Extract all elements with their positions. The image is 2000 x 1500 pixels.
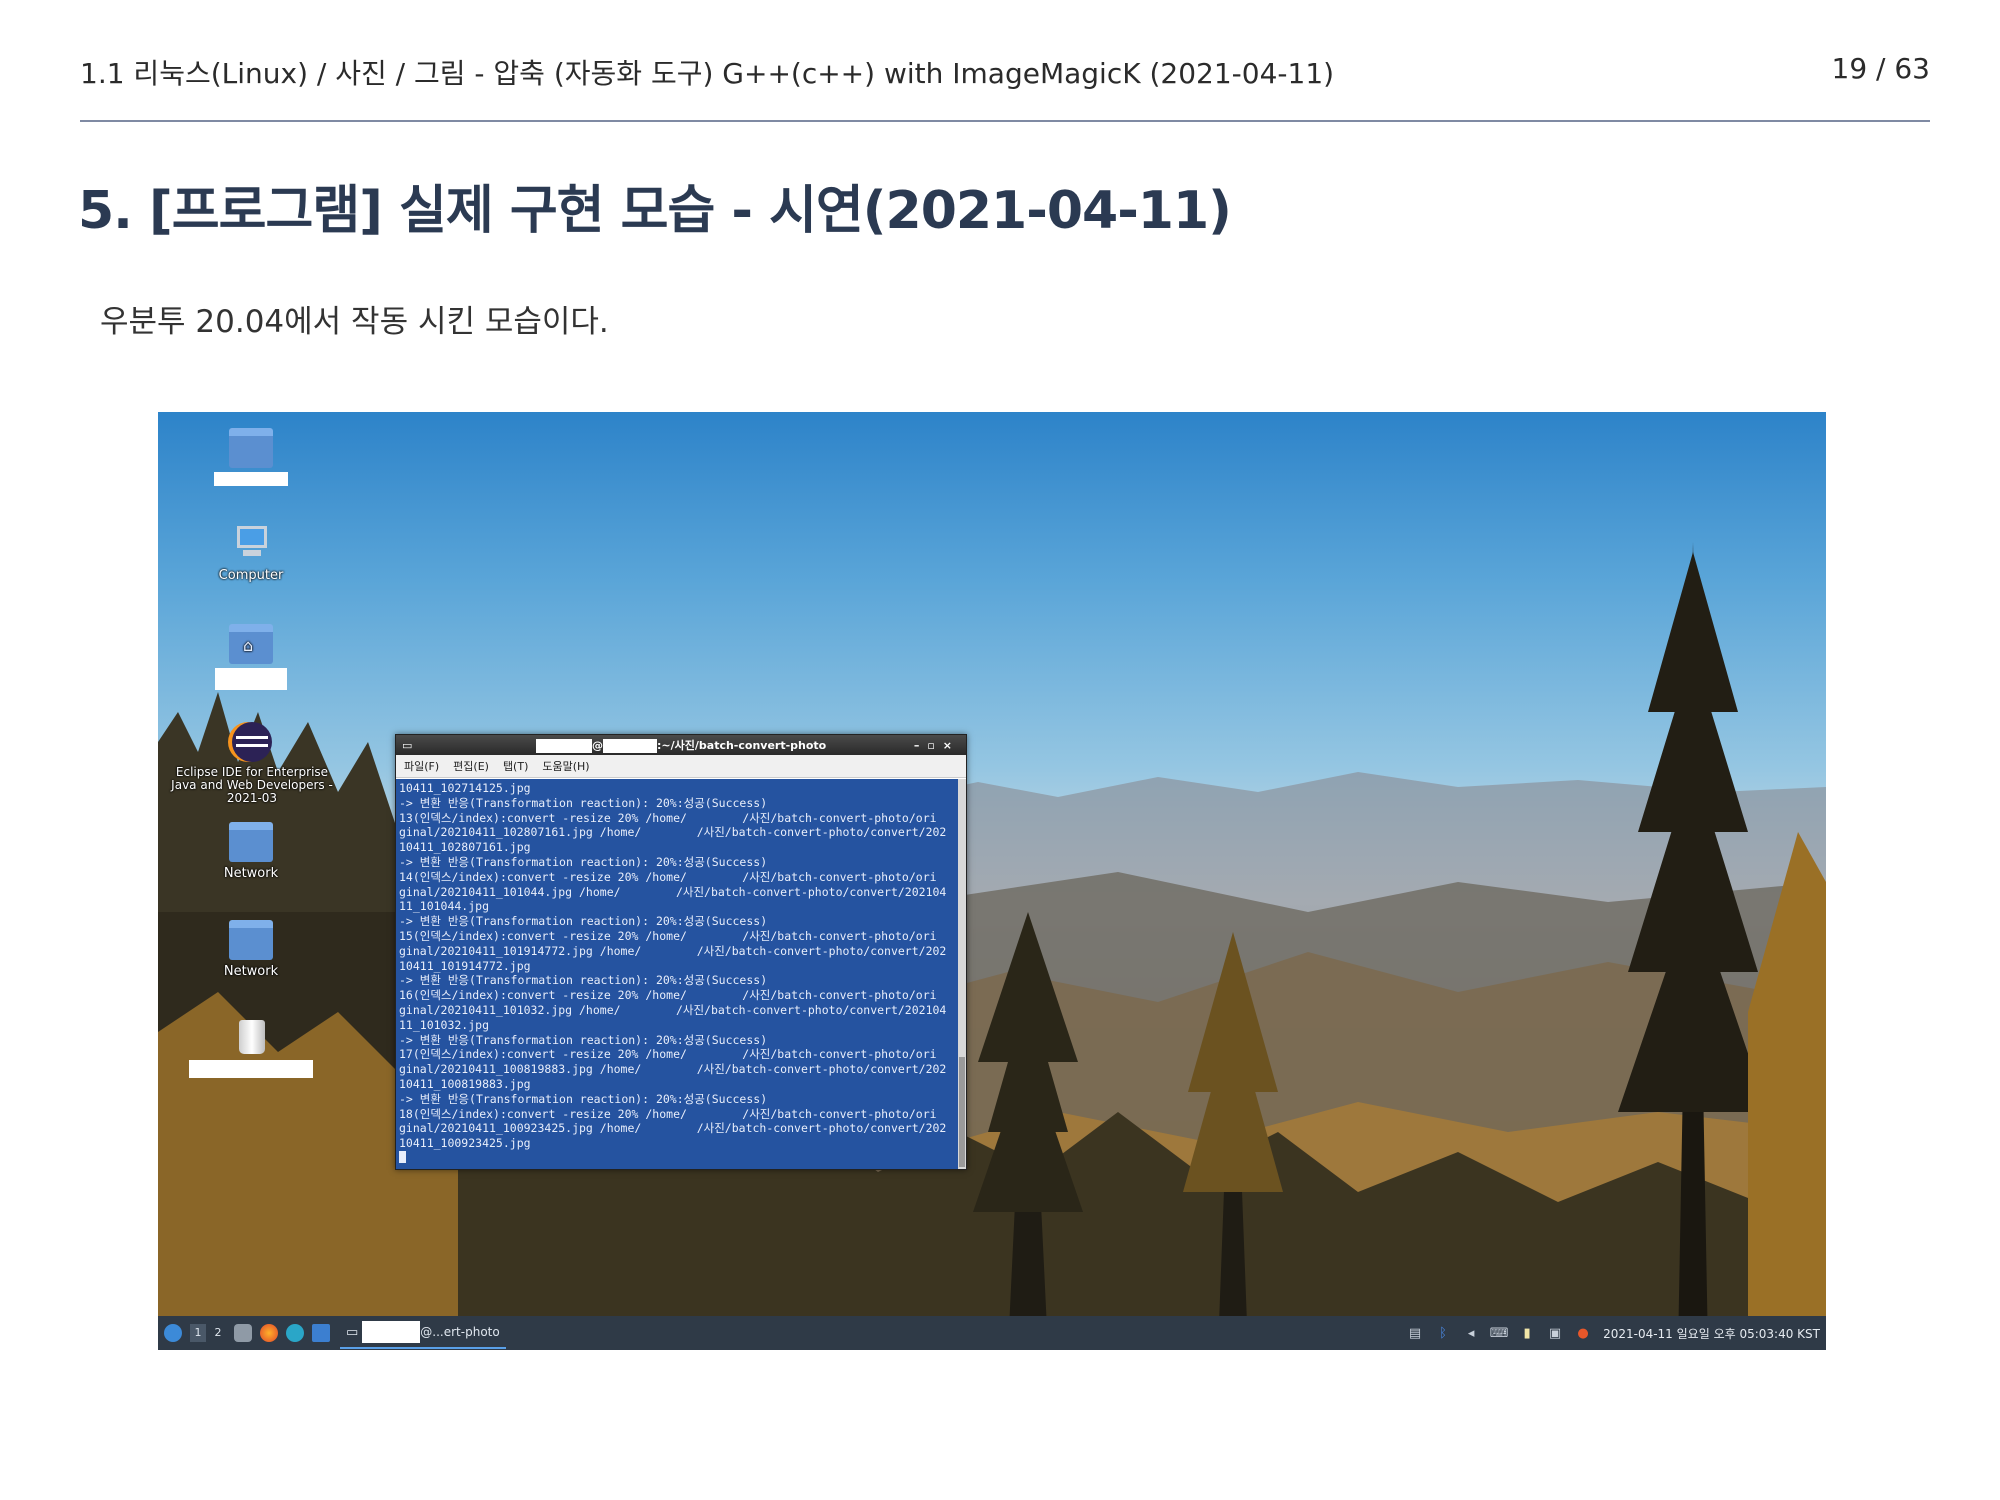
redacted-username — [536, 739, 592, 753]
network-desktop-icon[interactable]: Network — [186, 822, 316, 881]
computer-label: Computer — [218, 568, 284, 583]
clipboard-icon[interactable]: ▮ — [1519, 1325, 1535, 1341]
redacted-label — [189, 1060, 313, 1078]
bluetooth-icon[interactable]: ᛒ — [1435, 1325, 1451, 1341]
system-tray: ▤ ᛒ ◂ ⌨ ▮ ▣ ● 2021-04-11 일요일 오후 05:03:40… — [1407, 1316, 1820, 1350]
firefox-icon — [260, 1324, 278, 1342]
folder-icon — [229, 428, 273, 468]
menu-help[interactable]: 도움말(H) — [542, 758, 589, 774]
document-breadcrumb: 1.1 리눅스(Linux) / 사진 / 그림 - 압축 (자동화 도구) G… — [80, 57, 1335, 90]
workspace-1[interactable]: 1 — [190, 1324, 206, 1342]
terminal-line: 10411_100819883.jpg — [399, 1076, 531, 1091]
terminal-line: 15(인덱스/index):convert -resize 20% /home/… — [399, 928, 937, 943]
show-desktop-icon — [312, 1324, 330, 1342]
file-manager-launcher[interactable] — [234, 1324, 252, 1342]
menu-file[interactable]: 파일(F) — [404, 758, 439, 774]
file-manager-icon — [234, 1324, 252, 1342]
workspace-2[interactable]: 2 — [210, 1324, 226, 1342]
update-icon[interactable]: ▤ — [1407, 1325, 1423, 1341]
network-label: Network — [223, 866, 279, 881]
scrollbar-thumb[interactable] — [959, 1057, 965, 1167]
desktop-screenshot: Computer ⌂ Eclipse IDE for Enterprise Ja… — [158, 412, 1826, 1350]
terminal-line: -> 변환 반응(Transformation reaction): 20%:성… — [399, 973, 768, 988]
firefox-launcher[interactable] — [260, 1324, 278, 1342]
terminal-task-icon: ▭ — [346, 1324, 359, 1340]
terminal-line: 14(인덱스/index):convert -resize 20% /home/… — [399, 869, 937, 884]
terminal-line: ginal/20210411_100923425.jpg /home/ /사진/… — [399, 1121, 947, 1136]
network-desktop-icon-2[interactable]: Network — [186, 920, 316, 979]
terminal-window[interactable]: ▭ @ :~/사진/batch-convert-photo –▫× 파일(F) 편… — [395, 734, 967, 1170]
keyboard-icon[interactable]: ⌨ — [1490, 1325, 1509, 1341]
network-folder-icon-2 — [229, 920, 273, 960]
header-divider — [80, 120, 1930, 122]
lubuntu-logo-icon — [164, 1324, 182, 1342]
body-text: 우분투 20.04에서 작동 시킨 모습이다. — [100, 304, 609, 340]
terminal-line: -> 변환 반응(Transformation reaction): 20%:성… — [399, 1091, 768, 1106]
menu-tabs[interactable]: 탭(T) — [503, 758, 528, 774]
terminal-line: 11_101044.jpg — [399, 899, 490, 914]
terminal-output[interactable]: 10411_102714125.jpg -> 변환 반응(Transformati… — [396, 779, 958, 1169]
page-number: 19 / 63 — [1831, 52, 1931, 85]
terminal-line: -> 변환 반응(Transformation reaction): 20%:성… — [399, 854, 768, 869]
terminal-line: ginal/20210411_100819883.jpg /home/ /사진/… — [399, 1062, 947, 1077]
browser-launcher[interactable] — [286, 1324, 304, 1342]
terminal-line: -> 변환 반응(Transformation reaction): 20%:성… — [399, 795, 768, 810]
redacted-username — [362, 1321, 421, 1343]
desktop-launcher[interactable] — [312, 1324, 330, 1342]
terminal-menubar: 파일(F) 편집(E) 탭(T) 도움말(H) — [396, 755, 966, 778]
terminal-line: 10411_102714125.jpg — [399, 781, 531, 795]
home-icon: ⌂ — [229, 624, 273, 664]
window-controls: –▫× — [914, 739, 960, 752]
terminal-title-at: @ — [592, 739, 603, 752]
terminal-line: 10411_101914772.jpg — [399, 958, 531, 973]
computer-desktop-icon[interactable]: Computer — [186, 524, 316, 583]
terminal-line: -> 변환 반응(Transformation reaction): 20%:성… — [399, 1032, 768, 1047]
terminal-title: @ :~/사진/batch-convert-photo — [536, 737, 826, 753]
home-folder-icon[interactable] — [186, 428, 316, 490]
minimize-icon[interactable]: – — [914, 739, 928, 752]
redacted-label — [214, 472, 288, 486]
redacted-label — [215, 668, 287, 690]
task-label: @...ert-photo — [420, 1325, 500, 1339]
terminal-line: 11_101032.jpg — [399, 1017, 490, 1032]
terminal-line: ginal/20210411_102807161.jpg /home/ /사진/… — [399, 825, 947, 840]
terminal-line: 17(인덱스/index):convert -resize 20% /home/… — [399, 1047, 937, 1062]
network-tray-icon[interactable]: ▣ — [1547, 1325, 1563, 1341]
start-menu-button[interactable] — [164, 1324, 182, 1342]
maximize-icon[interactable]: ▫ — [927, 739, 942, 752]
terminal-line: 18(인덱스/index):convert -resize 20% /home/… — [399, 1106, 937, 1121]
taskbar: 1 2 ▭ @...ert-photo ▤ ᛒ ◂ ⌨ ▮ ▣ ● 2021-0… — [158, 1316, 1826, 1350]
terminal-scrollbar[interactable] — [958, 779, 966, 1169]
terminal-line: ginal/20210411_101914772.jpg /home/ /사진/… — [399, 943, 947, 958]
terminal-line: 13(인덱스/index):convert -resize 20% /home/… — [399, 810, 937, 825]
eclipse-icon — [230, 722, 274, 762]
eclipse-label: Eclipse IDE for Enterprise Java and Web … — [171, 765, 333, 805]
browser-icon — [286, 1324, 304, 1342]
network-label-2: Network — [223, 964, 279, 979]
terminal-line: -> 변환 반응(Transformation reaction): 20%:성… — [399, 914, 768, 929]
terminal-line: ginal/20210411_101044.jpg /home/ /사진/bat… — [399, 884, 947, 899]
menu-edit[interactable]: 편집(E) — [453, 758, 489, 774]
network-folder-icon — [229, 822, 273, 862]
trash-icon — [229, 1016, 273, 1056]
terminal-titlebar[interactable]: ▭ @ :~/사진/batch-convert-photo –▫× — [396, 735, 966, 755]
user-home-desktop-icon[interactable]: ⌂ — [186, 624, 316, 694]
terminal-cursor — [399, 1150, 406, 1163]
terminal-line: 16(인덱스/index):convert -resize 20% /home/… — [399, 988, 937, 1003]
terminal-line: ginal/20210411_101032.jpg /home/ /사진/bat… — [399, 1002, 947, 1017]
taskbar-terminal-task[interactable]: ▭ @...ert-photo — [340, 1317, 506, 1349]
clock[interactable]: 2021-04-11 일요일 오후 05:03:40 KST — [1603, 1325, 1820, 1342]
trash-desktop-icon[interactable] — [186, 1016, 316, 1082]
eclipse-desktop-icon[interactable]: Eclipse IDE for Enterprise Java and Web … — [166, 722, 338, 805]
terminal-icon: ▭ — [402, 738, 413, 752]
redacted-hostname — [603, 739, 657, 753]
page-title: 5. [프로그램] 실제 구현 모습 - 시연(2021-04-11) — [78, 181, 1232, 241]
close-icon[interactable]: × — [943, 739, 960, 752]
terminal-line: 10411_100923425.jpg — [399, 1136, 531, 1151]
terminal-line: 10411_102807161.jpg — [399, 840, 531, 855]
volume-icon[interactable]: ◂ — [1463, 1325, 1479, 1341]
computer-icon — [229, 524, 273, 564]
terminal-title-path: :~/사진/batch-convert-photo — [657, 739, 827, 752]
notification-icon[interactable]: ● — [1575, 1325, 1591, 1341]
